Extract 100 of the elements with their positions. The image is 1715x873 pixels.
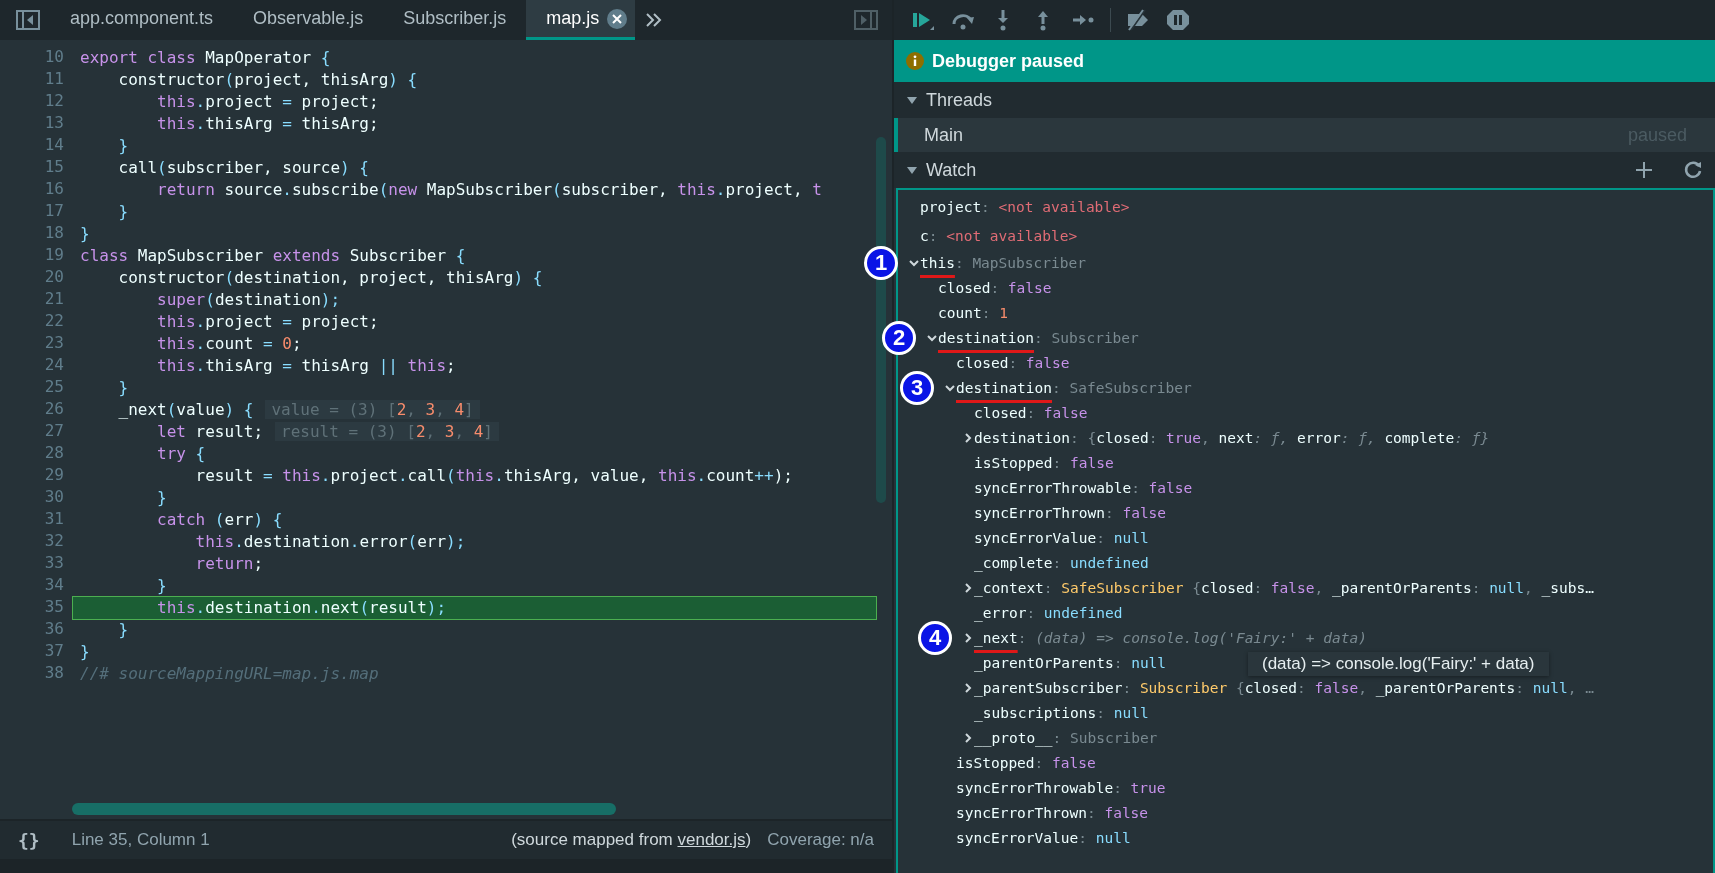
line-number: 35	[43, 596, 64, 618]
property-value: : <not available>	[981, 198, 1130, 215]
property-value: : null	[1078, 829, 1131, 846]
code-line: result = this.project.call(this.thisArg, value, this.count++);	[194, 466, 793, 485]
code-line: }	[117, 136, 129, 155]
line-number: 11	[43, 68, 64, 90]
line-number: 28	[43, 442, 64, 464]
property-value: : Subscriber	[1052, 729, 1158, 746]
property-value: : 1	[981, 304, 1008, 321]
source-map-info: (source mapped from vendor.js)	[511, 830, 752, 850]
property-value: : false	[1086, 804, 1149, 821]
code-line: this.thisArg = thisArg || this;	[156, 356, 456, 375]
property-name: _parentOrParents	[974, 654, 1114, 671]
file-tab[interactable]: Observable.js	[233, 0, 384, 40]
line-number: 15	[43, 156, 64, 178]
line-number: 24	[43, 354, 64, 376]
property-name: destination	[938, 329, 1035, 346]
property-value: : MapSubscriber	[954, 254, 1086, 271]
code-line: this.thisArg = thisArg;	[156, 114, 379, 133]
property-name: _complete	[974, 554, 1053, 571]
refresh-icon[interactable]	[1683, 160, 1703, 180]
line-number: 27	[43, 420, 64, 442]
line-number: 29	[43, 464, 64, 486]
code-line: catch (err) {	[156, 510, 283, 529]
code-line: _next(value) {	[117, 400, 254, 419]
line-number: 17	[43, 200, 64, 222]
section-title: Threads	[926, 89, 993, 111]
info-icon	[906, 52, 924, 70]
pause-icon[interactable]	[1165, 8, 1191, 32]
property-value: : null	[1096, 529, 1149, 546]
code-line: this.project = project;	[156, 92, 379, 111]
code-line: return source.subscribe(new MapSubscriber(subscriber, this.project, t	[156, 180, 822, 199]
property-name: _next	[974, 629, 1018, 646]
code-line: }	[117, 378, 129, 397]
property-name: _context	[974, 579, 1044, 596]
code-line: return;	[194, 554, 264, 573]
section-title: Watch	[926, 159, 977, 181]
annotation-marker: 4	[918, 620, 952, 655]
source-link[interactable]: vendor.js	[677, 830, 746, 849]
line-number: 34	[43, 574, 64, 596]
close-icon[interactable]	[607, 8, 628, 29]
code-line: this.destination.error(err);	[194, 532, 466, 551]
property-name: _subscriptions	[974, 704, 1097, 721]
threads-header[interactable]: Threads	[894, 82, 1715, 118]
debugger-toggle-icon[interactable]	[853, 8, 879, 32]
code-line: }	[117, 620, 129, 639]
property-value: : SafeSubscriber	[1052, 379, 1192, 396]
horizontal-scrollbar[interactable]	[72, 803, 616, 815]
pretty-print-button[interactable]: {}	[18, 829, 40, 851]
watch-header[interactable]: Watch	[894, 152, 1715, 188]
code-line: }	[156, 488, 167, 507]
code-line: }	[80, 224, 90, 243]
deactivate-breakpoints-icon[interactable]	[1125, 8, 1151, 32]
code-line: super(destination);	[156, 290, 341, 309]
property-name: _parentSubscriber	[974, 679, 1123, 696]
code-line: constructor(project, thisArg) {	[117, 70, 418, 89]
property-name: syncErrorThrown	[974, 504, 1105, 521]
property-value: : false	[1026, 404, 1088, 421]
code-line: this.count = 0;	[156, 334, 302, 353]
property-value: : true	[1113, 779, 1166, 796]
code-line: }	[117, 202, 129, 221]
property-name: closed	[938, 279, 991, 296]
property-name: c	[920, 227, 929, 244]
property-name: count	[938, 304, 982, 321]
thread-name: Main	[924, 124, 963, 146]
cursor-position: Line 35, Column 1	[71, 830, 210, 850]
property-value: : SafeSubscriber {closed: false, _parentOrParents: null, _subs…	[1043, 579, 1594, 596]
tooltip: (data) => console.log('Fairy:' + data)	[1248, 652, 1549, 676]
property-name: _error	[974, 604, 1027, 621]
code-line: }	[156, 576, 167, 595]
code-line: //# sourceMappingURL=map.js.map	[80, 664, 379, 683]
file-tab[interactable]: Subscriber.js	[383, 0, 527, 40]
property-name: syncErrorThrown	[956, 804, 1087, 821]
line-number: 38	[43, 662, 64, 684]
property-name: this	[920, 254, 955, 271]
property-name: project	[920, 198, 982, 215]
property-name: syncErrorThrowable	[956, 779, 1114, 796]
property-value: : Subscriber {closed: false, _parentOrParents: null, …	[1122, 679, 1594, 696]
property-name: isStopped	[956, 754, 1035, 771]
paused-message: Debugger paused	[932, 50, 1085, 72]
add-icon[interactable]	[1635, 161, 1653, 179]
line-number: 16	[43, 178, 64, 200]
property-value: : false	[990, 279, 1052, 296]
sidebar-toggle-icon[interactable]	[15, 8, 41, 32]
property-value: : false	[1052, 454, 1114, 471]
property-value: : undefined	[1052, 554, 1149, 571]
line-number: 25	[43, 376, 64, 398]
vertical-scrollbar[interactable]	[876, 137, 886, 503]
line-number: 26	[43, 398, 64, 420]
line-number: 37	[43, 640, 64, 662]
line-number: 13	[43, 112, 64, 134]
file-tab[interactable]: map.js	[526, 0, 636, 40]
property-name: closed	[956, 354, 1009, 371]
property-value: : (data) => console.log('Fairy:' + data)	[1017, 629, 1367, 646]
code-line: call(subscriber, source) {	[117, 158, 369, 177]
property-value: : false	[1034, 754, 1096, 771]
property-name: destination	[956, 379, 1053, 396]
file-tab[interactable]: app.component.ts	[50, 0, 234, 40]
property-value: : <not available>	[928, 227, 1078, 244]
property-name: syncErrorValue	[974, 529, 1097, 546]
